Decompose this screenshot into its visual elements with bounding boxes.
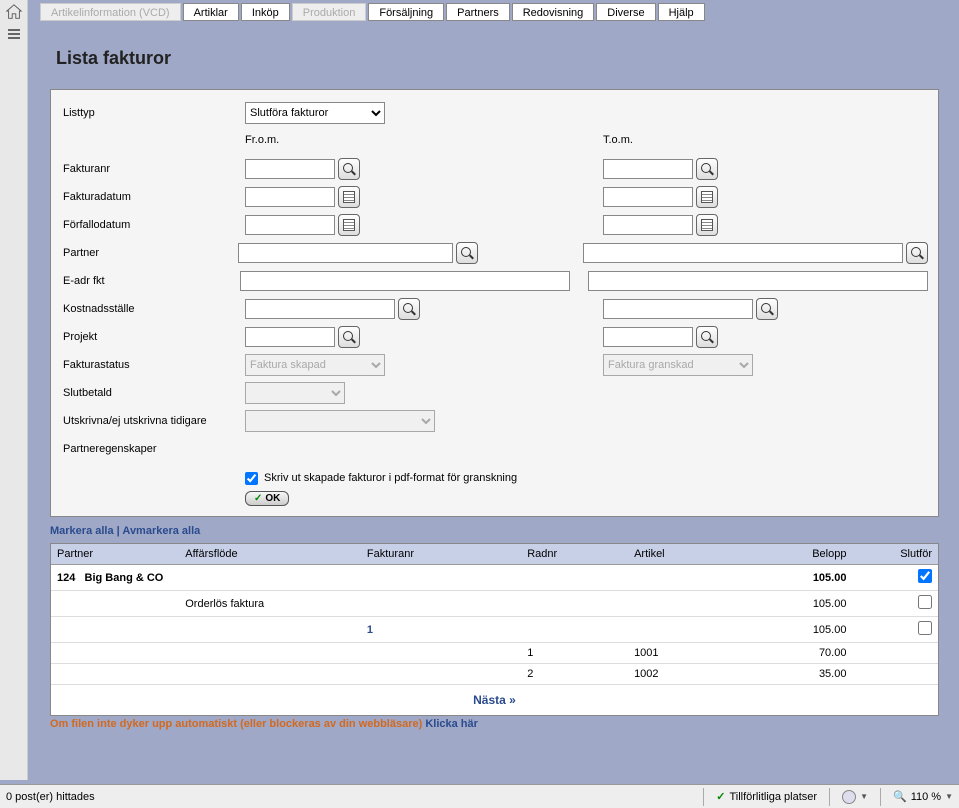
input-kostnad-to[interactable] [603, 299, 753, 319]
label-fakturadatum: Fakturadatum [61, 191, 245, 203]
th-slutfor: Slutför [852, 544, 938, 565]
label-projekt: Projekt [61, 331, 245, 343]
input-partner-to[interactable] [583, 243, 903, 263]
input-eadr-to[interactable] [588, 271, 928, 291]
input-fakturanr-to[interactable] [603, 159, 693, 179]
label-slutbetald: Slutbetald [61, 387, 245, 399]
input-forfallodatum-from[interactable] [245, 215, 335, 235]
tab-artikelinfo: Artikelinformation (VCD) [40, 3, 181, 21]
input-fakturadatum-to[interactable] [603, 187, 693, 207]
input-projekt-to[interactable] [603, 327, 693, 347]
table-row: Orderlös faktura 105.00 [51, 591, 938, 617]
label-to: T.o.m. [603, 134, 928, 148]
link-fakturanr[interactable]: 1 [361, 617, 521, 643]
calendar-icon[interactable] [696, 186, 718, 208]
page-title: Lista fakturor [56, 48, 939, 69]
link-klicka-har[interactable]: Klicka här [425, 718, 478, 730]
th-affarsflode: Affärsflöde [179, 544, 361, 565]
input-projekt-from[interactable] [245, 327, 335, 347]
select-links: Markera alla | Avmarkera alla [50, 525, 939, 537]
status-protected-mode[interactable]: ▼ [836, 790, 874, 804]
home-icon[interactable] [5, 3, 23, 21]
th-fakturanr: Fakturanr [361, 544, 521, 565]
search-icon[interactable] [696, 326, 718, 348]
th-radnr: Radnr [521, 544, 628, 565]
tab-forsaljning[interactable]: Försäljning [368, 3, 444, 21]
tab-redovisning[interactable]: Redovisning [512, 3, 595, 21]
input-eadr-from[interactable] [240, 271, 570, 291]
input-partner-from[interactable] [238, 243, 453, 263]
select-utskrivna [245, 410, 435, 432]
menu-icon[interactable] [7, 27, 21, 41]
label-from: Fr.o.m. [245, 134, 603, 148]
invoice-table: Partner Affärsflöde Fakturanr Radnr Arti… [50, 543, 939, 716]
th-partner: Partner [51, 544, 179, 565]
table-row: 2 1002 35.00 [51, 664, 938, 685]
checkbox-slutfor[interactable] [918, 621, 932, 635]
tab-inkop[interactable]: Inköp [241, 3, 290, 21]
label-utskrivna: Utskrivna/ej utskrivna tidigare [61, 415, 245, 427]
zoom-icon [893, 790, 907, 803]
checkmark-icon: ✓ [716, 790, 725, 803]
label-listtyp: Listtyp [61, 107, 245, 119]
search-icon[interactable] [398, 298, 420, 320]
filter-form: Listtyp Slutföra fakturor Fr.o.m. T.o.m.… [50, 89, 939, 517]
tab-partners[interactable]: Partners [446, 3, 510, 21]
checkbox-slutfor[interactable] [918, 595, 932, 609]
search-icon[interactable] [338, 158, 360, 180]
select-fakturastatus-to: Faktura granskad [603, 354, 753, 376]
th-artikel: Artikel [628, 544, 735, 565]
link-markera-alla[interactable]: Markera alla [50, 525, 114, 537]
input-fakturadatum-from[interactable] [245, 187, 335, 207]
calendar-icon[interactable] [338, 214, 360, 236]
calendar-icon[interactable] [338, 186, 360, 208]
search-icon[interactable] [456, 242, 478, 264]
search-icon[interactable] [338, 326, 360, 348]
tab-artiklar[interactable]: Artiklar [183, 3, 239, 21]
status-bar: 0 post(er) hittades ✓ Tillförlitliga pla… [0, 784, 959, 808]
select-listtyp[interactable]: Slutföra fakturor [245, 102, 385, 124]
globe-icon [842, 790, 856, 804]
main-panel: Lista fakturor Listtyp Slutföra fakturor… [40, 28, 949, 780]
label-forfallodatum: Förfallodatum [61, 219, 245, 231]
label-pdf-checkbox: Skriv ut skapade fakturor i pdf-format f… [264, 472, 517, 484]
label-fakturanr: Fakturanr [61, 163, 245, 175]
label-partneregenskaper: Partneregenskaper [61, 443, 245, 455]
label-kostnadsstalle: Kostnadsställe [61, 303, 245, 315]
select-slutbetald [245, 382, 345, 404]
link-avmarkera-alla[interactable]: Avmarkera alla [122, 525, 200, 537]
warning-row: Om filen inte dyker upp automatiskt (ell… [50, 716, 939, 732]
label-eadr: E-adr fkt [61, 275, 240, 287]
tab-hjalp[interactable]: Hjälp [658, 3, 705, 21]
search-icon[interactable] [906, 242, 928, 264]
table-row: 124 Big Bang & CO 105.00 [51, 565, 938, 591]
status-tillforlitliga[interactable]: ✓ Tillförlitliga platser [710, 790, 823, 803]
top-tabs: Artikelinformation (VCD) Artiklar Inköp … [40, 3, 705, 21]
search-icon[interactable] [696, 158, 718, 180]
tab-diverse[interactable]: Diverse [596, 3, 655, 21]
label-partner: Partner [61, 247, 238, 259]
tab-produktion: Produktion [292, 3, 367, 21]
checkbox-slutfor[interactable] [918, 569, 932, 583]
select-fakturastatus-from: Faktura skapad [245, 354, 385, 376]
search-icon[interactable] [756, 298, 778, 320]
status-poster: 0 post(er) hittades [0, 791, 697, 803]
ok-button[interactable]: OK [245, 491, 289, 506]
label-fakturastatus: Fakturastatus [61, 359, 245, 371]
status-zoom[interactable]: 110 % ▼ [887, 790, 959, 803]
link-nasta[interactable]: Nästa » [51, 685, 938, 715]
left-sidebar [0, 0, 28, 780]
table-row: 1 105.00 [51, 617, 938, 643]
input-fakturanr-from[interactable] [245, 159, 335, 179]
input-forfallodatum-to[interactable] [603, 215, 693, 235]
input-kostnad-from[interactable] [245, 299, 395, 319]
th-belopp: Belopp [735, 544, 853, 565]
table-row: 1 1001 70.00 [51, 643, 938, 664]
checkbox-pdf[interactable] [245, 472, 258, 485]
calendar-icon[interactable] [696, 214, 718, 236]
